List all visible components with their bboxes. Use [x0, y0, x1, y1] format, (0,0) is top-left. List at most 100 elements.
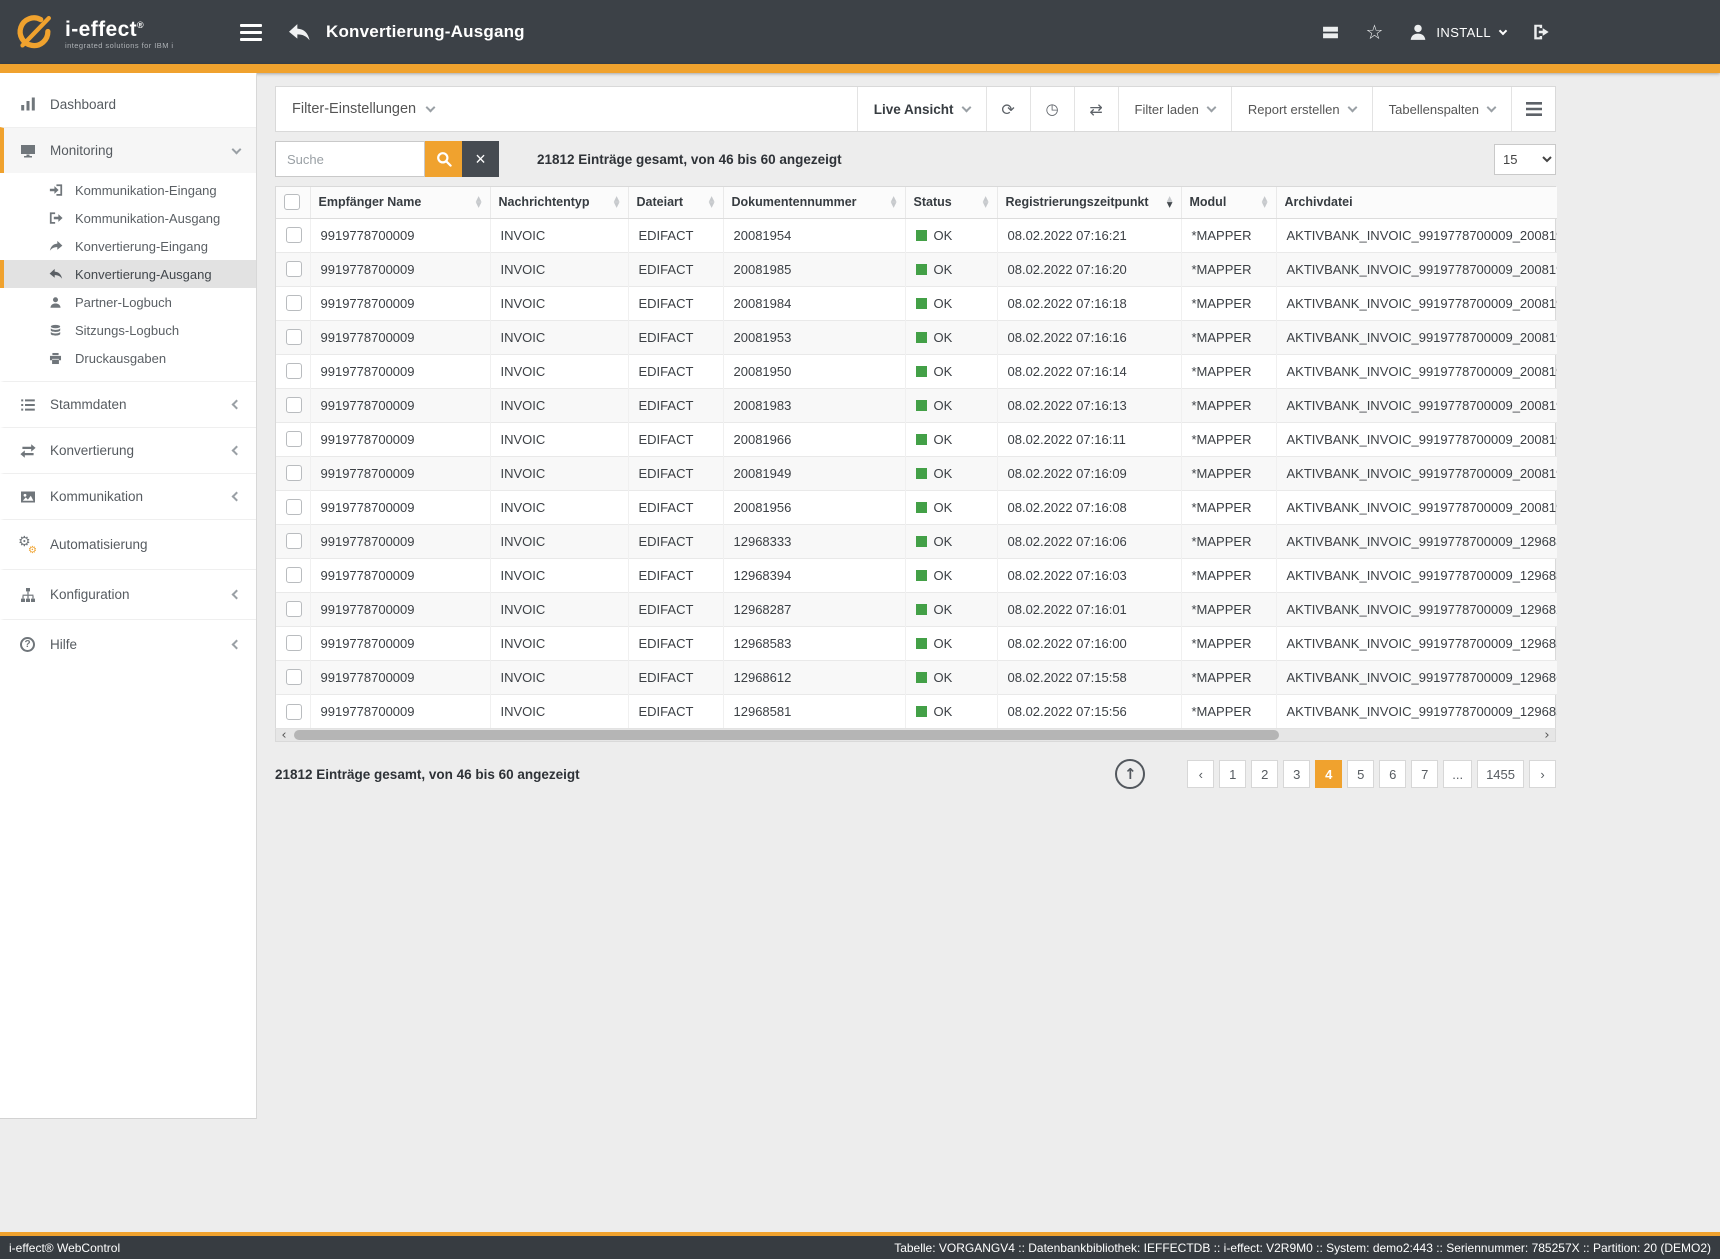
sidebar-item-konfiguration[interactable]: Konfiguration: [0, 569, 256, 619]
sidebar-item-dashboard[interactable]: Dashboard: [0, 81, 256, 127]
row-checkbox[interactable]: [286, 465, 302, 481]
sidebar-item-kommunikation-eingang[interactable]: Kommunikation-Eingang: [0, 176, 256, 204]
favorite-button[interactable]: [1365, 20, 1383, 44]
page-button-7[interactable]: 7: [1411, 760, 1438, 788]
table-row[interactable]: 9919778700009INVOICEDIFACT20081950OK08.0…: [276, 354, 1557, 388]
auto-refresh-button[interactable]: [1030, 87, 1074, 131]
page-button-6[interactable]: 6: [1379, 760, 1406, 788]
column-header-empfänger-name[interactable]: Empfänger Name▲▼: [310, 187, 490, 218]
report-create-button[interactable]: Report erstellen: [1231, 87, 1372, 131]
row-checkbox[interactable]: [286, 397, 302, 413]
table-row[interactable]: 9919778700009INVOICEDIFACT12968333OK08.0…: [276, 524, 1557, 558]
column-header-registrierungszeitpunkt[interactable]: Registrierungszeitpunkt▲▼: [997, 187, 1181, 218]
sidebar-item-kommunikation-ausgang[interactable]: Kommunikation-Ausgang: [0, 204, 256, 232]
clear-search-button[interactable]: [462, 141, 499, 177]
search-input[interactable]: [275, 141, 425, 177]
table-columns-button[interactable]: Tabellenspalten: [1372, 87, 1511, 131]
row-checkbox[interactable]: [286, 601, 302, 617]
table-row[interactable]: 9919778700009INVOICEDIFACT12968612OK08.0…: [276, 660, 1557, 694]
page-prev-button[interactable]: ‹: [1187, 760, 1214, 788]
sort-icon[interactable]: ▲▼: [476, 196, 482, 209]
row-checkbox[interactable]: [286, 635, 302, 651]
live-view-button[interactable]: Live Ansicht: [857, 87, 986, 131]
menu-toggle-button[interactable]: [240, 24, 262, 41]
horizontal-scrollbar[interactable]: [275, 728, 1556, 742]
sidebar-item-automatisierung[interactable]: Automatisierung: [0, 519, 256, 569]
sort-icon[interactable]: ▲▼: [983, 196, 989, 209]
sort-icon[interactable]: ▲▼: [614, 196, 620, 209]
page-button-5[interactable]: 5: [1347, 760, 1374, 788]
sort-icon[interactable]: ▲▼: [1262, 196, 1268, 209]
filter-load-button[interactable]: Filter laden: [1118, 87, 1231, 131]
table-row[interactable]: 9919778700009INVOICEDIFACT12968394OK08.0…: [276, 558, 1557, 592]
table-row[interactable]: 9919778700009INVOICEDIFACT20081983OK08.0…: [276, 388, 1557, 422]
table-row[interactable]: 9919778700009INVOICEDIFACT12968583OK08.0…: [276, 626, 1557, 660]
page-button-2[interactable]: 2: [1251, 760, 1278, 788]
resubmit-button[interactable]: [1074, 87, 1118, 131]
column-header-dokumentennummer[interactable]: Dokumentennummer▲▼: [723, 187, 905, 218]
page-size-select[interactable]: 15: [1494, 144, 1556, 175]
page-ellipsis-button[interactable]: ...: [1443, 760, 1472, 788]
app-logo[interactable]: i-effect® integrated solutions for IBM i: [12, 12, 224, 52]
sort-icon[interactable]: ▲▼: [1167, 196, 1173, 209]
page-button-1455[interactable]: 1455: [1477, 760, 1524, 788]
page-button-3[interactable]: 3: [1283, 760, 1310, 788]
page-button-1[interactable]: 1: [1219, 760, 1246, 788]
user-menu[interactable]: INSTALL: [1409, 23, 1506, 41]
table-row[interactable]: 9919778700009INVOICEDIFACT20081985OK08.0…: [276, 252, 1557, 286]
sort-icon[interactable]: ▲▼: [709, 196, 715, 209]
cell-dateiart: EDIFACT: [628, 388, 723, 422]
sidebar-item-hilfe[interactable]: Hilfe: [0, 619, 256, 669]
sidebar-item-label: Konvertierung-Ausgang: [75, 267, 212, 282]
sidebar-item-partner-logbuch[interactable]: Partner-Logbuch: [0, 288, 256, 316]
refresh-button[interactable]: [986, 87, 1030, 131]
table-row[interactable]: 9919778700009INVOICEDIFACT20081956OK08.0…: [276, 490, 1557, 524]
row-checkbox[interactable]: [286, 295, 302, 311]
scroll-left-button[interactable]: [276, 729, 292, 741]
row-checkbox[interactable]: [286, 363, 302, 379]
sidebar-item-stammdaten[interactable]: Stammdaten: [0, 381, 256, 427]
list-view-button[interactable]: [1511, 87, 1555, 131]
sidebar-item-konvertierung-eingang[interactable]: Konvertierung-Eingang: [0, 232, 256, 260]
filter-settings-toggle[interactable]: Filter-Einstellungen: [276, 87, 450, 131]
row-checkbox[interactable]: [286, 261, 302, 277]
row-checkbox[interactable]: [286, 227, 302, 243]
table-row[interactable]: 9919778700009INVOICEDIFACT12968581OK08.0…: [276, 694, 1557, 728]
column-header-modul[interactable]: Modul▲▼: [1181, 187, 1276, 218]
message-list-button[interactable]: [1322, 24, 1339, 41]
table-row[interactable]: 9919778700009INVOICEDIFACT20081954OK08.0…: [276, 218, 1557, 252]
column-header-status[interactable]: Status▲▼: [905, 187, 997, 218]
select-all-checkbox[interactable]: [284, 194, 300, 210]
column-header-archivdatei[interactable]: Archivdatei: [1276, 187, 1557, 218]
scroll-right-button[interactable]: [1539, 729, 1555, 741]
row-checkbox[interactable]: [286, 533, 302, 549]
scrollbar-track[interactable]: [292, 729, 1539, 741]
checkbox-cell: [276, 388, 310, 422]
row-checkbox[interactable]: [286, 431, 302, 447]
scrollbar-thumb[interactable]: [294, 730, 1279, 740]
row-checkbox[interactable]: [286, 567, 302, 583]
sidebar-item-kommunikation[interactable]: Kommunikation: [0, 473, 256, 519]
table-row[interactable]: 9919778700009INVOICEDIFACT20081966OK08.0…: [276, 422, 1557, 456]
sidebar-item-monitoring[interactable]: Monitoring: [0, 127, 256, 173]
column-header-nachrichtentyp[interactable]: Nachrichtentyp▲▼: [490, 187, 628, 218]
sidebar-item-sitzungs-logbuch[interactable]: Sitzungs-Logbuch: [0, 316, 256, 344]
logout-button[interactable]: [1532, 23, 1550, 41]
row-checkbox[interactable]: [286, 704, 302, 720]
row-checkbox[interactable]: [286, 669, 302, 685]
column-header-dateiart[interactable]: Dateiart▲▼: [628, 187, 723, 218]
page-button-4[interactable]: 4: [1315, 760, 1342, 788]
scroll-to-top-button[interactable]: [1115, 759, 1145, 789]
row-checkbox[interactable]: [286, 499, 302, 515]
table-row[interactable]: 9919778700009INVOICEDIFACT12968287OK08.0…: [276, 592, 1557, 626]
sidebar-item-druckausgaben[interactable]: Druckausgaben: [0, 344, 256, 372]
table-row[interactable]: 9919778700009INVOICEDIFACT20081984OK08.0…: [276, 286, 1557, 320]
table-row[interactable]: 9919778700009INVOICEDIFACT20081949OK08.0…: [276, 456, 1557, 490]
search-button[interactable]: [425, 141, 462, 177]
sort-icon[interactable]: ▲▼: [891, 196, 897, 209]
sidebar-item-konvertierung-ausgang[interactable]: Konvertierung-Ausgang: [0, 260, 256, 288]
sidebar-item-konvertierung[interactable]: Konvertierung: [0, 427, 256, 473]
table-row[interactable]: 9919778700009INVOICEDIFACT20081953OK08.0…: [276, 320, 1557, 354]
row-checkbox[interactable]: [286, 329, 302, 345]
page-next-button[interactable]: ›: [1529, 760, 1556, 788]
